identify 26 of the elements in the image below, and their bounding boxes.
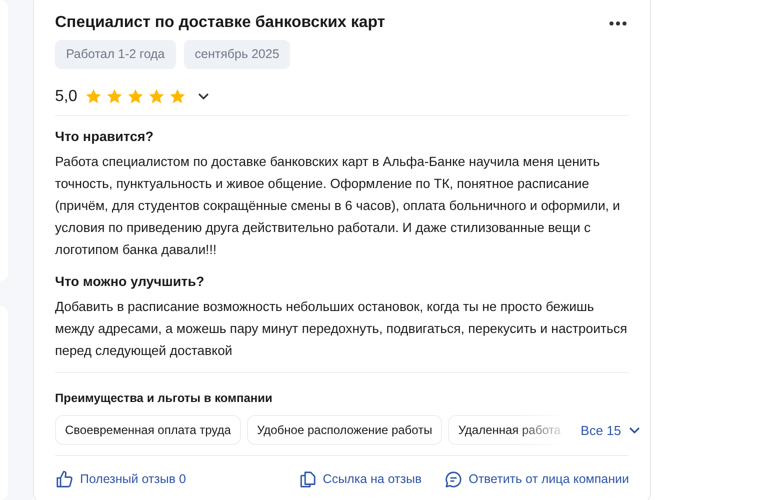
show-all-button[interactable]: Все 15: [580, 420, 640, 440]
benefit-tag: Своевременная оплата труда: [55, 415, 241, 446]
star-icon: [127, 88, 144, 106]
star-icon: [169, 88, 186, 106]
chevron-down-icon[interactable]: [198, 93, 210, 100]
star-icon: [85, 88, 102, 106]
reply-button[interactable]: Ответить от лица компании: [444, 470, 629, 490]
helpful-button[interactable]: Полезный отзыв 0: [55, 470, 186, 490]
benefit-tag: Удобное расположение работы: [246, 415, 442, 446]
tag: Работал 1-2 года: [55, 40, 176, 69]
rating-value: 5,0: [55, 86, 78, 107]
thumbs-up-icon: [55, 470, 74, 490]
review-text: Добавить в расписание возможность небольших остановок, когда ты не просто бежишь между адресами, а можешь пару минут передохнуть, подвигаться, перекусить и настроиться перед следующей доставкой: [55, 298, 628, 360]
more-options-icon: [609, 20, 627, 26]
copy-link-button[interactable]: Ссылка на отзыв: [298, 470, 422, 490]
copy-icon: [298, 470, 317, 490]
tag: сентябрь 2025: [184, 40, 290, 69]
section-heading: Что нравится?: [55, 128, 154, 146]
chevron-down-icon: [629, 426, 640, 434]
review-text: Работа специалистом по доставке банковских карт в Альфа-Банке научила меня ценить точность, пунктуальность и живое общение. Оформление по ТК, понятное расписание (причём, для студентов сокращённые смены в 6 часов), оплата больничного и оформили, и условия по приведению друга действительно работали. И даже стилизованные вещи с логотипом банка давали!!!: [55, 153, 622, 260]
review-title: Специалист по доставке банковских карт: [55, 13, 386, 32]
section-heading: Что можно улучшить?: [55, 274, 206, 290]
star-icon: [148, 88, 166, 106]
benefits-heading: Преимущества и льготы в компании: [55, 390, 274, 408]
chat-icon: [444, 470, 463, 490]
star-icon: [106, 88, 124, 106]
